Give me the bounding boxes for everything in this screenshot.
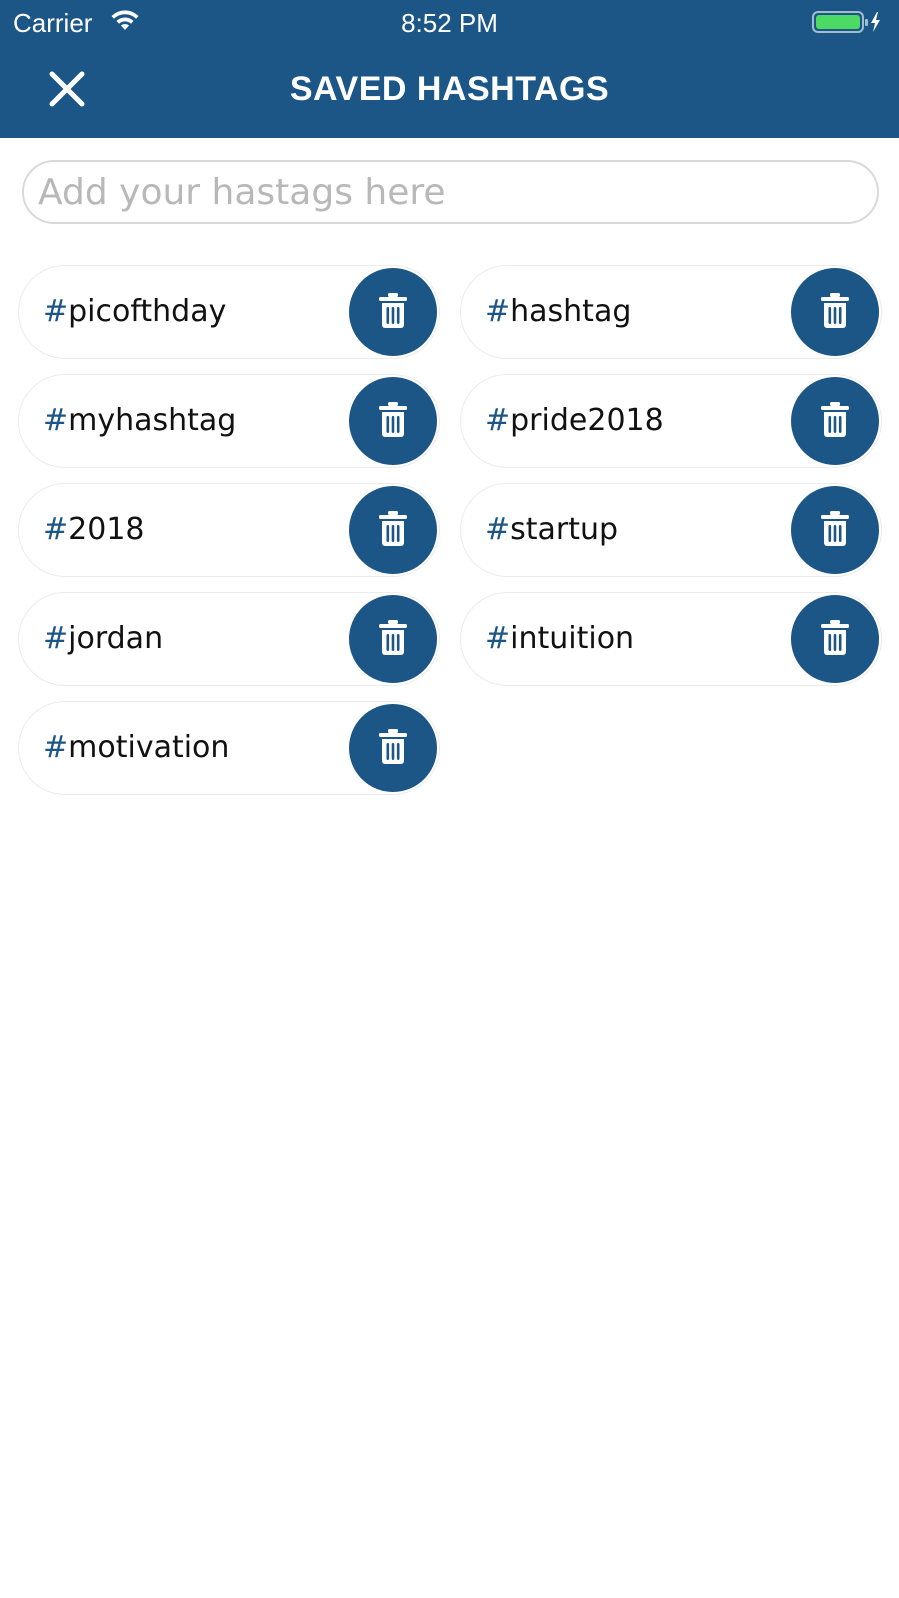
hashtag-label: #2018 (43, 484, 145, 575)
trash-icon (379, 293, 407, 328)
hashtag-chip: #motivation (18, 701, 440, 795)
hashtag-word: motivation (68, 730, 230, 765)
hash-symbol: # (485, 403, 511, 438)
hashtag-chip: #picofthday (18, 265, 440, 359)
nav-bar: SAVED HASHTAGS (0, 44, 899, 138)
trash-icon (379, 620, 407, 655)
hashtag-word: 2018 (68, 512, 145, 547)
delete-hashtag-button[interactable] (791, 486, 879, 574)
trash-icon (821, 293, 849, 328)
delete-hashtag-button[interactable] (349, 377, 437, 465)
hashtag-word: picofthday (68, 294, 227, 329)
page-title: SAVED HASHTAGS (289, 70, 610, 108)
hash-symbol: # (43, 621, 69, 656)
delete-hashtag-button[interactable] (349, 595, 437, 683)
header: Carrier 8:52 PM SAVED HASHTAGS (0, 0, 899, 138)
hashtag-label: #intuition (485, 593, 634, 684)
hash-symbol: # (43, 403, 69, 438)
hashtag-label: #picofthday (43, 266, 226, 357)
hashtag-word: myhashtag (68, 403, 237, 438)
battery-icon (812, 11, 880, 33)
delete-hashtag-button[interactable] (791, 595, 879, 683)
hashtag-chip: #jordan (18, 592, 440, 686)
hashtag-chip: #myhashtag (18, 374, 440, 468)
hashtag-chip: #startup (460, 483, 882, 577)
hashtag-label: #myhashtag (43, 375, 236, 466)
hashtag-word: hashtag (510, 294, 632, 329)
hash-symbol: # (43, 512, 69, 547)
hashtag-input[interactable] (22, 160, 879, 224)
hashtag-chip: #intuition (460, 592, 882, 686)
delete-hashtag-button[interactable] (791, 268, 879, 356)
hashtag-word: pride2018 (510, 403, 664, 438)
hash-symbol: # (485, 621, 511, 656)
hash-symbol: # (43, 294, 69, 329)
hashtag-word: startup (510, 512, 619, 547)
hashtag-label: #jordan (43, 593, 163, 684)
trash-icon (821, 511, 849, 546)
delete-hashtag-button[interactable] (791, 377, 879, 465)
status-time: 8:52 PM (401, 8, 498, 38)
hashtag-chip: #2018 (18, 483, 440, 577)
hashtag-chip: #hashtag (460, 265, 882, 359)
hash-symbol: # (485, 512, 511, 547)
hashtag-word: jordan (68, 621, 164, 656)
delete-hashtag-button[interactable] (349, 704, 437, 792)
hashtag-list: #picofthday #hashtag #myhashtag #pride20… (18, 265, 882, 795)
trash-icon (379, 511, 407, 546)
trash-icon (821, 620, 849, 655)
hashtag-chip: #pride2018 (460, 374, 882, 468)
delete-hashtag-button[interactable] (349, 486, 437, 574)
status-bar: Carrier 8:52 PM (0, 0, 899, 44)
hashtag-label: #startup (485, 484, 618, 575)
trash-icon (821, 402, 849, 437)
hashtag-label: #pride2018 (485, 375, 664, 466)
trash-icon (379, 402, 407, 437)
hashtag-word: intuition (510, 621, 635, 656)
delete-hashtag-button[interactable] (349, 268, 437, 356)
hashtag-label: #hashtag (485, 266, 631, 357)
hash-symbol: # (485, 294, 511, 329)
hashtag-label: #motivation (43, 702, 229, 793)
charging-icon (871, 12, 880, 32)
hash-symbol: # (43, 730, 69, 765)
trash-icon (379, 729, 407, 764)
